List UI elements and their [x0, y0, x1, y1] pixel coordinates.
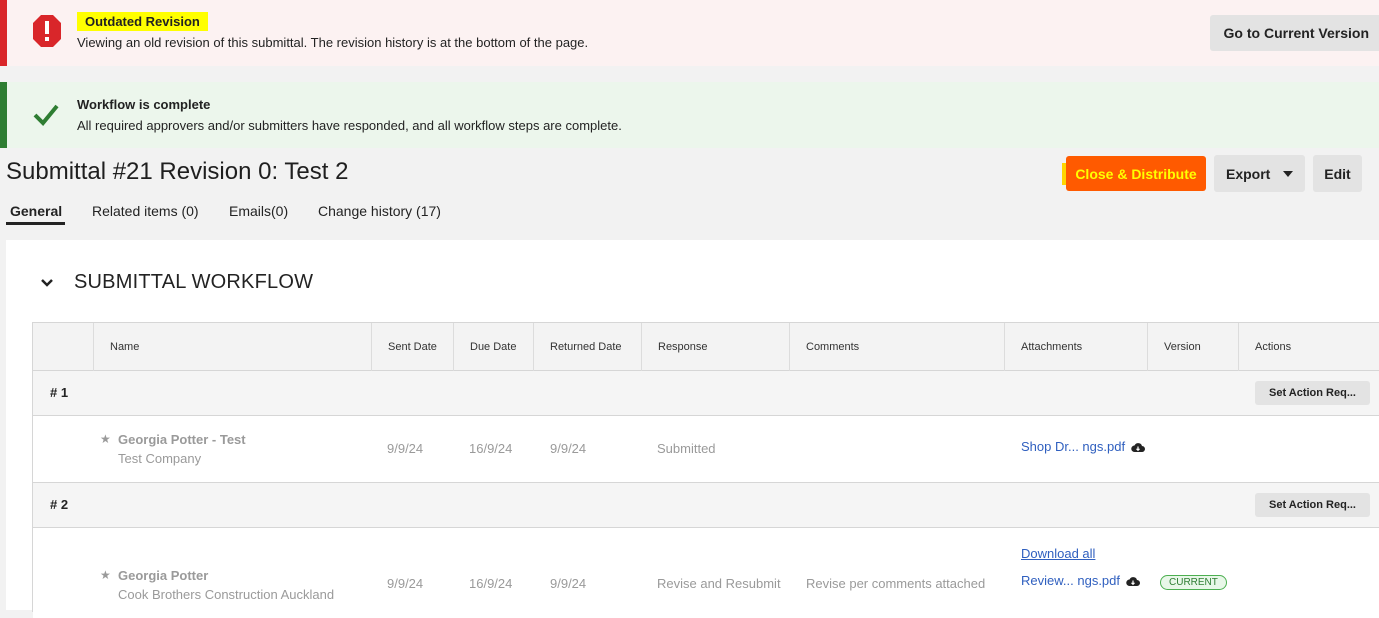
page-title: Submittal #21 Revision 0: Test 2: [6, 158, 349, 185]
workflow-complete-banner: Workflow is complete All required approv…: [0, 82, 1379, 148]
returned-date: 9/9/24: [550, 441, 587, 456]
group-row: # 1 Set Action Req...: [33, 371, 1379, 416]
group-label: # 2: [50, 497, 69, 512]
sent-date: 9/9/24: [387, 441, 424, 456]
col-due-date: Due Date: [453, 323, 533, 371]
approver-name: Georgia Potter: [118, 568, 209, 583]
col-actions: Actions: [1238, 323, 1379, 371]
close-and-distribute-button[interactable]: Close & Distribute: [1066, 156, 1206, 191]
table-header: Name Sent Date Due Date Returned Date Re…: [33, 323, 1379, 371]
due-date: 16/9/24: [469, 576, 513, 591]
caret-down-icon: [1283, 171, 1293, 177]
star-icon[interactable]: ★: [100, 432, 111, 446]
export-button[interactable]: Export: [1214, 155, 1305, 192]
set-action-required-button[interactable]: Set Action Req...: [1255, 381, 1370, 405]
col-returned-date: Returned Date: [533, 323, 641, 371]
cloud-download-icon[interactable]: [1126, 576, 1140, 587]
error-octagon-icon: [33, 15, 61, 47]
star-icon[interactable]: ★: [100, 568, 111, 582]
chevron-down-icon[interactable]: [40, 278, 54, 288]
tab-emails[interactable]: Emails(0): [229, 203, 288, 219]
section-title: SUBMITTAL WORKFLOW: [74, 271, 314, 293]
col-version: Version: [1147, 323, 1238, 371]
outdated-revision-banner: Outdated Revision Viewing an old revisio…: [0, 0, 1379, 66]
active-tab-indicator: [6, 222, 65, 225]
approver-company: Test Company: [118, 451, 202, 466]
col-name: Name: [93, 323, 371, 371]
tab-change-history[interactable]: Change history (17): [318, 203, 441, 219]
col-response: Response: [641, 323, 789, 371]
approver-name: Georgia Potter - Test: [118, 432, 246, 447]
header-blank: [33, 323, 93, 371]
col-attachments: Attachments: [1004, 323, 1147, 371]
attachment-link[interactable]: Review... ngs.pdf: [1021, 573, 1120, 588]
download-all-link[interactable]: Download all: [1021, 546, 1095, 561]
outdated-message: Viewing an old revision of this submitta…: [77, 35, 589, 50]
comments: Revise per comments attached: [806, 576, 986, 591]
export-label: Export: [1226, 165, 1271, 182]
response: Submitted: [657, 441, 716, 456]
outdated-title: Outdated Revision: [77, 12, 208, 31]
check-icon: [33, 104, 59, 126]
attachment-link[interactable]: Shop Dr... ngs.pdf: [1021, 439, 1125, 454]
attachment: Review... ngs.pdf: [1021, 573, 1140, 588]
approver-company: Cook Brothers Construction Auckland: [118, 587, 335, 602]
col-sent-date: Sent Date: [371, 323, 453, 371]
col-comments: Comments: [789, 323, 1004, 371]
complete-title: Workflow is complete: [77, 97, 211, 112]
response: Revise and Resubmit: [657, 576, 781, 591]
attachment: Shop Dr... ngs.pdf: [1021, 439, 1146, 454]
tab-related-items[interactable]: Related items (0): [92, 203, 199, 219]
returned-date: 9/9/24: [550, 576, 587, 591]
table-row: ★ Georgia Potter - Test Test Company 9/9…: [33, 416, 1379, 483]
set-action-required-button[interactable]: Set Action Req...: [1255, 493, 1370, 517]
tab-general[interactable]: General: [10, 203, 62, 219]
edit-button[interactable]: Edit: [1313, 155, 1362, 192]
table-row: ★ Georgia Potter Cook Brothers Construct…: [33, 528, 1379, 618]
due-date: 16/9/24: [469, 441, 513, 456]
group-row: # 2 Set Action Req...: [33, 483, 1379, 528]
go-to-current-version-button[interactable]: Go to Current Version: [1209, 15, 1379, 51]
group-label: # 1: [50, 385, 69, 400]
sent-date: 9/9/24: [387, 576, 424, 591]
workflow-table: Name Sent Date Due Date Returned Date Re…: [32, 322, 1379, 618]
cloud-download-icon[interactable]: [1131, 442, 1146, 453]
version-badge: CURRENT: [1160, 575, 1227, 590]
complete-message: All required approvers and/or submitters…: [77, 118, 622, 133]
